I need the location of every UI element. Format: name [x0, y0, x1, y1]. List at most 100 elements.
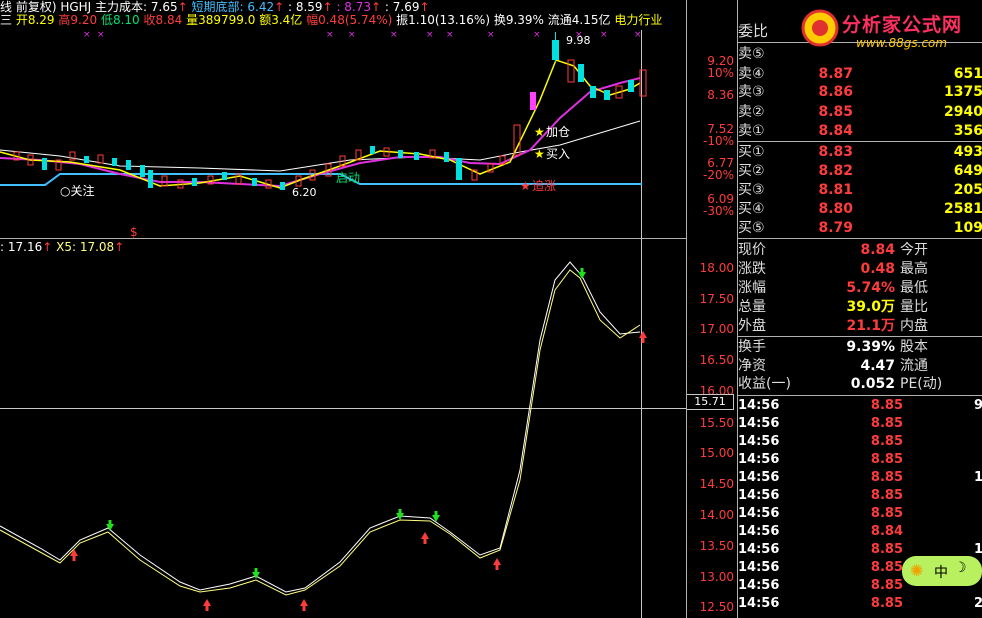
tick-price: 8.85: [870, 452, 903, 467]
ask-label: 卖②: [738, 104, 765, 120]
up-arrow: ↑: [114, 240, 125, 254]
stat-row: 收益(一) 0.052 PE(动): [687, 375, 982, 393]
tick-time: 14:56: [738, 452, 780, 467]
up-arrow: ↑: [42, 240, 53, 254]
divider: [738, 141, 982, 142]
bid-label: 买⑤: [738, 220, 765, 236]
bid-label: 买①: [738, 144, 765, 160]
stat-label: 今开: [900, 242, 928, 258]
tick-price: 8.85: [870, 434, 903, 449]
svg-text:×: ×: [326, 30, 334, 40]
tick-time: 14:56: [738, 398, 780, 413]
tick-price: 8.85: [870, 398, 903, 413]
logo-icon: [801, 9, 839, 47]
divider: [738, 238, 982, 239]
stat-label: 收益(一): [738, 376, 791, 392]
tick-row: 14:56 8.85: [687, 505, 982, 523]
buy-label: 买入: [546, 147, 570, 161]
ask-label: 卖⑤: [738, 46, 765, 62]
bid-volume: 493: [953, 144, 982, 160]
indicator-x5-value: X5: 17.08: [56, 240, 115, 254]
bid-row[interactable]: 买⑤ 8.79 109: [687, 219, 982, 237]
stat-label: 总量: [738, 299, 766, 315]
tick-volume: 9: [973, 398, 982, 413]
logo-url: www.88gs.com: [856, 36, 948, 50]
svg-text:×: ×: [83, 30, 91, 40]
ask-price: 8.85: [818, 104, 853, 120]
ask-row[interactable]: 卖② 8.85 2940: [687, 103, 982, 121]
ask-row[interactable]: 卖③ 8.86 1375: [687, 83, 982, 101]
divider: [738, 395, 982, 396]
svg-text:×: ×: [348, 30, 356, 40]
ime-label: 中: [934, 565, 948, 581]
stat-label: 量比: [900, 299, 928, 315]
stat-label: 最高: [900, 261, 928, 277]
tick-time: 14:56: [738, 560, 780, 575]
bid-row[interactable]: 买② 8.82 649: [687, 162, 982, 180]
follow-label: ○关注: [60, 183, 94, 198]
star-icon: ★: [534, 147, 545, 161]
bid-price: 8.80: [818, 201, 853, 217]
tick-price: 8.85: [870, 416, 903, 431]
sell-signals: [106, 268, 586, 579]
stat-row: 现价 8.84 今开: [687, 241, 982, 259]
bid-price: 8.83: [818, 144, 853, 160]
stat-label: 最低: [900, 280, 928, 296]
tick-time: 14:56: [738, 524, 780, 539]
ime-bubble[interactable]: ✺ 中 ☽: [902, 556, 982, 586]
tick-price: 8.84: [870, 524, 903, 539]
tick-time: 14:56: [738, 542, 780, 557]
commission-ratio-label: 委比: [738, 22, 769, 40]
tick-row: 14:56 8.85 1: [687, 469, 982, 487]
star-icon: ★: [520, 179, 531, 193]
tick-price: 8.85: [870, 542, 903, 557]
bid-label: 买④: [738, 201, 765, 217]
bid-volume: 109: [953, 220, 982, 236]
tick-row: 14:56 8.85: [687, 451, 982, 469]
site-logo: 分析家公式网 www.88gs.com: [800, 4, 982, 52]
bid-row[interactable]: 买③ 8.81 205: [687, 181, 982, 199]
ask-label: 卖④: [738, 66, 765, 82]
ask-volume: 651: [953, 66, 982, 82]
tick-row: 14:56 8.85: [687, 415, 982, 433]
ask-row[interactable]: 卖① 8.84 356: [687, 122, 982, 140]
stat-label: 股本: [900, 339, 928, 355]
candlesticks: [13, 32, 647, 190]
svg-text:×: ×: [487, 30, 495, 40]
start-label: 启动: [336, 171, 360, 185]
bid-row[interactable]: 买④ 8.80 2581: [687, 200, 982, 218]
indicator-a-value: : 17.16: [0, 240, 43, 254]
tick-time: 14:56: [738, 578, 780, 593]
tick-price: 8.85: [870, 578, 903, 593]
stat-label: PE(动): [900, 376, 943, 392]
stat-row: 涨跌 0.48 最高: [687, 260, 982, 278]
tick-price: 8.85: [870, 560, 903, 575]
stat-label: 内盘: [900, 318, 928, 334]
svg-text:×: ×: [97, 30, 105, 40]
tick-row: 14:56 8.85 9: [687, 397, 982, 415]
tick-time: 14:56: [738, 470, 780, 485]
svg-text:×: ×: [426, 30, 434, 40]
divider: [738, 336, 982, 337]
svg-text:×: ×: [390, 30, 398, 40]
bid-row[interactable]: 买① 8.83 493: [687, 143, 982, 161]
bid-label: 买③: [738, 182, 765, 198]
ask-volume: 356: [953, 123, 982, 139]
stat-value: 39.0万: [846, 299, 895, 315]
bid-price: 8.79: [818, 220, 853, 236]
stat-value: 8.84: [860, 242, 895, 258]
bid-label: 买②: [738, 163, 765, 179]
stat-row: 总量 39.0万 量比: [687, 298, 982, 316]
low-annotation: 6.20: [292, 186, 317, 199]
top-markers: × × × × × × × × × × × ×: [83, 30, 642, 40]
quote-panel: 委比 卖⑤ 卖④ 8.87 651 卖③ 8.86 1375 卖② 8.85 2…: [686, 0, 982, 618]
stat-value: 9.39%: [846, 339, 895, 355]
star-icon: ★: [534, 125, 545, 139]
indicator-values: : 17.16↑ X5: 17.08↑: [0, 240, 124, 254]
chart-canvas[interactable]: × × × × × × × × × × × × 9.98 6.20 ○关注 启动…: [0, 0, 686, 618]
ask-row[interactable]: 卖④ 8.87 651: [687, 65, 982, 83]
stat-label: 外盘: [738, 318, 766, 334]
bid-volume: 205: [953, 182, 982, 198]
ask-label: 卖③: [738, 84, 765, 100]
tick-price: 8.85: [870, 596, 903, 611]
